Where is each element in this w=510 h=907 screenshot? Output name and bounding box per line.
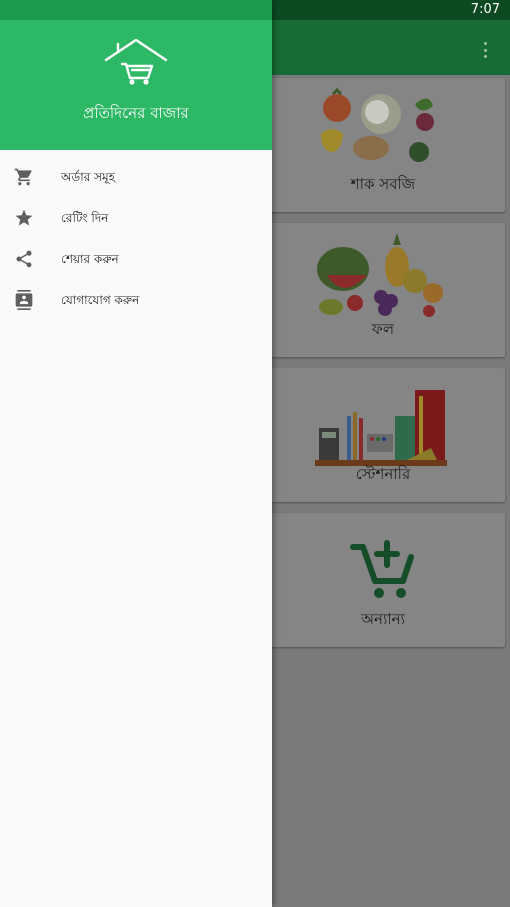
drawer-menu: অর্ডার সমূহ রেটিং দিন শেয়ার করুন যোগাযো… (0, 157, 272, 321)
cart-icon (14, 168, 32, 186)
status-time: 7:07 (470, 2, 500, 17)
menu-item-share[interactable]: শেয়ার করুন (0, 239, 272, 280)
contacts-icon (15, 290, 33, 310)
navigation-drawer: প্রতিদিনের বাজার অর্ডার সমূহ রেটিং দিন শ… (0, 0, 272, 907)
category-card-fruits[interactable]: ফল (261, 223, 505, 357)
app-title: প্রতিদিনের বাজার (83, 104, 189, 122)
add-to-cart-icon (350, 540, 414, 598)
overflow-menu-icon[interactable] (478, 40, 492, 60)
menu-item-label: অর্ডার সমূহ (61, 170, 116, 184)
category-label: স্টেশনারি (355, 465, 411, 483)
menu-item-rating[interactable]: রেটিং দিন (0, 198, 272, 239)
drawer-header: প্রতিদিনের বাজার (0, 20, 272, 150)
category-label: ফল (371, 320, 395, 338)
category-card-stationery[interactable]: স্টেশনারি (261, 368, 505, 502)
home-cart-logo-icon (104, 38, 168, 85)
category-label: শাক সবজি (350, 175, 416, 193)
menu-item-orders[interactable]: অর্ডার সমূহ (0, 157, 272, 198)
star-icon (15, 209, 33, 226)
fruits-image (317, 233, 443, 317)
menu-item-contact[interactable]: যোগাযোগ করুন (0, 280, 272, 321)
menu-item-label: যোগাযোগ করুন (61, 293, 140, 307)
menu-item-label: রেটিং দিন (61, 211, 109, 225)
category-card-vegetables[interactable]: শাক সবজি (261, 78, 505, 212)
drawer-status-strip (0, 0, 272, 20)
vegetables-image (321, 87, 434, 162)
category-card-others[interactable]: অন্যান্য (261, 513, 505, 647)
category-label: অন্যান্য (361, 610, 405, 628)
menu-item-label: শেয়ার করুন (61, 252, 119, 266)
share-icon (16, 250, 32, 268)
stationery-image (315, 390, 447, 466)
